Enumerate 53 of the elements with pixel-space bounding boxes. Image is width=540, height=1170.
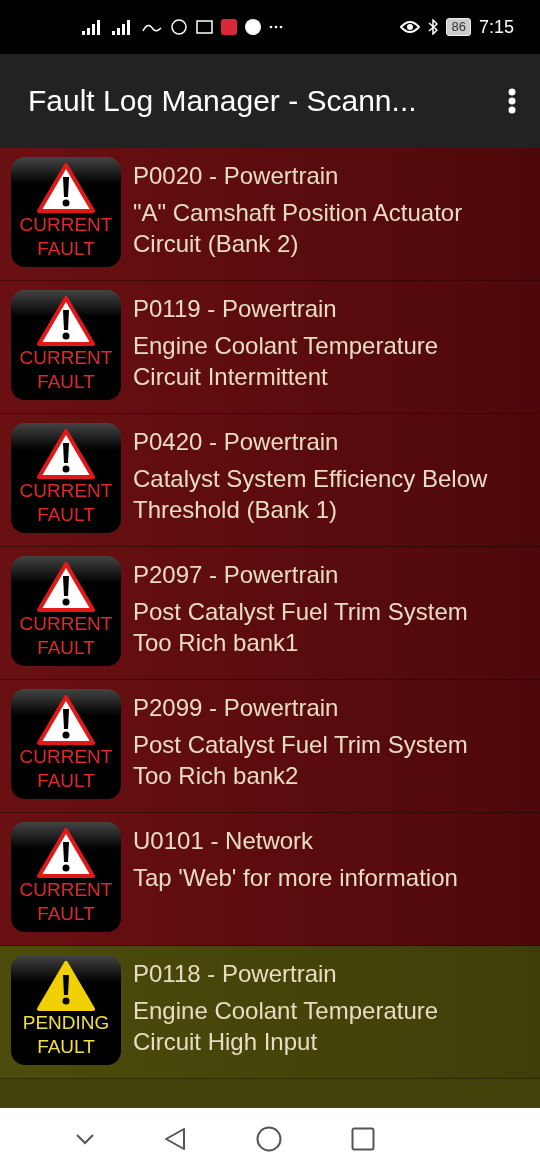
battery-level: 86 [446,18,471,36]
home-icon[interactable] [255,1126,282,1152]
fault-code: P2099 - Powertrain [133,693,340,723]
badge-label: FAULT [37,902,95,926]
fault-row[interactable]: CURRENT FAULT P2097 - Powertrain Post Catalyst Fuel Trim System Too Rich bank1 [0,547,540,680]
badge-label: CURRENT [19,479,113,503]
fault-row[interactable]: CURRENT FAULT P0119 - Powertrain Engine Coolant Temperature Circuit Intermittent [0,281,540,414]
warning-icon [37,562,95,612]
badge-label: FAULT [37,503,95,527]
recents-icon[interactable] [351,1127,376,1151]
fault-code: P2097 - Powertrain [133,560,340,590]
warning-icon [37,163,95,213]
fault-code: U0101 - Network [133,826,315,856]
more-menu-icon[interactable] [508,88,516,114]
fault-code: P0118 - Powertrain [133,959,338,989]
chevron-down-icon[interactable] [74,1133,95,1145]
fault-row[interactable]: CURRENT FAULT P2099 - Powertrain Post Catalyst Fuel Trim System Too Rich bank2 [0,680,540,813]
clock-time: 7:15 [478,16,514,38]
badge-label: FAULT [37,370,95,394]
fault-description: Catalyst System Efficiency Below Threshold (Bank 1) [133,464,489,525]
back-icon[interactable] [164,1127,187,1151]
fault-description: Post Catalyst Fuel Trim System Too Rich bank1 [133,597,469,658]
fault-code: P0119 - Powertrain [133,294,338,324]
badge-label: FAULT [37,1035,95,1059]
eye-icon [400,20,421,34]
badge-label: FAULT [37,636,95,660]
app-title: Fault Log Manager - Scann... [28,84,418,118]
badge-label: FAULT [37,237,95,261]
fault-description: Post Catalyst Fuel Trim System Too Rich bank2 [133,730,469,791]
fault-row[interactable]: CURRENT FAULT P0020 - Powertrain "A" Camshaft Position Actuator Circuit (Bank 2) [0,148,540,281]
badge-label: CURRENT [19,213,113,237]
badge-label: CURRENT [19,612,113,636]
warning-icon [37,828,95,878]
fault-description: Engine Coolant Temperature Circuit Intermittent [133,331,440,392]
badge-label: CURRENT [19,878,113,902]
fault-row[interactable]: CURRENT FAULT U0101 - Network Tap 'Web' for more information [0,813,540,946]
fault-code: P0420 - Powertrain [133,427,340,457]
badge-label: CURRENT [19,346,113,370]
fault-code: P0020 - Powertrain [133,161,340,191]
more-notifications-icon [269,25,283,29]
warning-icon [37,695,95,745]
badge-label: FAULT [37,769,95,793]
fault-row[interactable]: PENDING FAULT P0118 - Powertrain Engine Coolant Temperature Circuit High Input [0,946,540,1079]
fault-description: "A" Camshaft Position Actuator Circuit (Bank 2) [133,198,464,259]
fault-description: Tap 'Web' for more information [133,863,459,893]
badge-label: PENDING [22,1011,110,1035]
warning-icon [37,296,95,346]
badge-label: CURRENT [19,745,113,769]
warning-icon [37,429,95,479]
fault-row[interactable]: CURRENT FAULT P0420 - Powertrain Catalyst System Efficiency Below Threshold (Bank 1) [0,414,540,547]
warning-icon [37,961,95,1011]
fault-description: Engine Coolant Temperature Circuit High Input [133,996,440,1057]
bluetooth-icon [428,19,439,35]
